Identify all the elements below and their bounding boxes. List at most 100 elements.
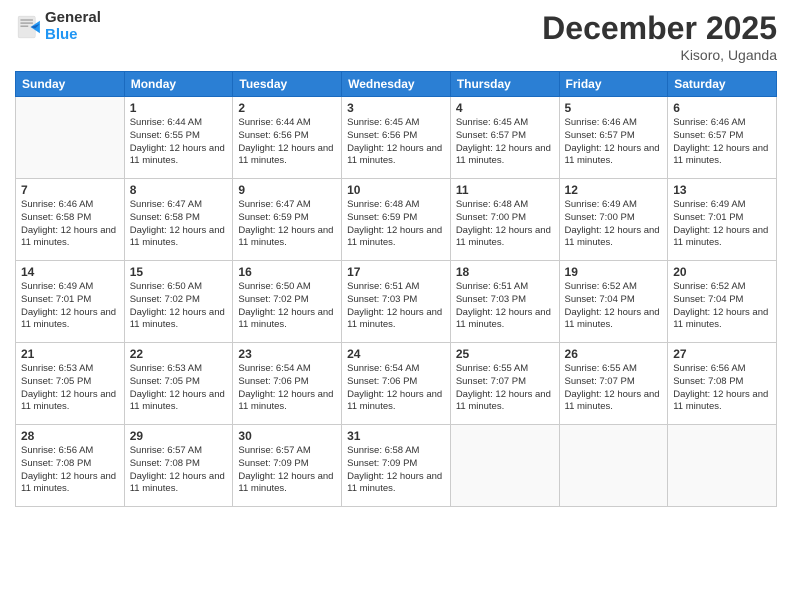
day-cell: 23Sunrise: 6:54 AM Sunset: 7:06 PM Dayli… [233, 343, 342, 425]
day-cell: 21Sunrise: 6:53 AM Sunset: 7:05 PM Dayli… [16, 343, 125, 425]
day-info: Sunrise: 6:57 AM Sunset: 7:09 PM Dayligh… [238, 445, 336, 496]
day-cell: 8 Sunrise: 6:47 AM Sunset: 6:58 PM Daylig… [124, 179, 233, 261]
day-number: 16 [238, 265, 336, 279]
day-number: 1 [130, 101, 228, 115]
day-cell: 15 Sunrise: 6:50 AM Sunset: 7:02 PM Dayli… [124, 261, 233, 343]
day-number: 6 [673, 101, 771, 115]
day-info: Sunrise: 6:53 AM Sunset: 7:05 PM Dayligh… [130, 363, 228, 414]
day-info: Sunrise: 6:51 AM Sunset: 7:03 PM Dayligh… [456, 281, 554, 332]
col-header-monday: Monday [124, 72, 233, 97]
day-info: Sunrise: 6:44 AM Sunset: 6:56 PM Dayligh… [238, 117, 336, 168]
header-row: SundayMondayTuesdayWednesdayThursdayFrid… [16, 72, 777, 97]
day-info: Sunrise: 6:48 AM Sunset: 6:59 PM Dayligh… [347, 199, 445, 250]
week-row-1: 1 Sunrise: 6:44 AM Sunset: 6:55 PM Daylig… [16, 97, 777, 179]
day-info: Sunrise: 6:47 AM Sunset: 6:59 PM Dayligh… [238, 199, 336, 250]
day-cell: 24 Sunrise: 6:54 AM Sunset: 7:06 PM Dayli… [342, 343, 451, 425]
header: General Blue December 2025 Kisoro, Ugand… [15, 10, 777, 63]
main-title: December 2025 [542, 10, 777, 47]
day-info: Sunrise: 6:56 AM Sunset: 7:08 PM Dayligh… [673, 363, 771, 414]
day-number: 14 [21, 265, 119, 279]
col-header-saturday: Saturday [668, 72, 777, 97]
day-cell: 5Sunrise: 6:46 AM Sunset: 6:57 PM Daylig… [559, 97, 668, 179]
day-info: Sunrise: 6:46 AM Sunset: 6:58 PM Dayligh… [21, 199, 119, 250]
col-header-wednesday: Wednesday [342, 72, 451, 97]
day-cell: 2 Sunrise: 6:44 AM Sunset: 6:56 PM Daylig… [233, 97, 342, 179]
logo-text: General Blue [45, 10, 101, 43]
day-cell: 27Sunrise: 6:56 AM Sunset: 7:08 PM Dayli… [668, 343, 777, 425]
day-number: 20 [673, 265, 771, 279]
day-cell: 18Sunrise: 6:51 AM Sunset: 7:03 PM Dayli… [450, 261, 559, 343]
day-info: Sunrise: 6:52 AM Sunset: 7:04 PM Dayligh… [565, 281, 663, 332]
day-info: Sunrise: 6:49 AM Sunset: 7:00 PM Dayligh… [565, 199, 663, 250]
day-number: 3 [347, 101, 445, 115]
day-number: 9 [238, 183, 336, 197]
logo-blue: Blue [45, 27, 101, 44]
week-row-2: 7Sunrise: 6:46 AM Sunset: 6:58 PM Daylig… [16, 179, 777, 261]
title-block: December 2025 Kisoro, Uganda [542, 10, 777, 63]
day-cell [559, 425, 668, 507]
day-cell: 6 Sunrise: 6:46 AM Sunset: 6:57 PM Daylig… [668, 97, 777, 179]
col-header-sunday: Sunday [16, 72, 125, 97]
day-info: Sunrise: 6:49 AM Sunset: 7:01 PM Dayligh… [21, 281, 119, 332]
col-header-thursday: Thursday [450, 72, 559, 97]
day-info: Sunrise: 6:46 AM Sunset: 6:57 PM Dayligh… [673, 117, 771, 168]
day-info: Sunrise: 6:57 AM Sunset: 7:08 PM Dayligh… [130, 445, 228, 496]
day-info: Sunrise: 6:54 AM Sunset: 7:06 PM Dayligh… [347, 363, 445, 414]
day-number: 31 [347, 429, 445, 443]
day-cell: 11Sunrise: 6:48 AM Sunset: 7:00 PM Dayli… [450, 179, 559, 261]
day-info: Sunrise: 6:50 AM Sunset: 7:02 PM Dayligh… [238, 281, 336, 332]
day-number: 2 [238, 101, 336, 115]
week-row-4: 21Sunrise: 6:53 AM Sunset: 7:05 PM Dayli… [16, 343, 777, 425]
day-cell [16, 97, 125, 179]
day-number: 28 [21, 429, 119, 443]
day-number: 22 [130, 347, 228, 361]
day-cell: 28Sunrise: 6:56 AM Sunset: 7:08 PM Dayli… [16, 425, 125, 507]
day-cell: 7Sunrise: 6:46 AM Sunset: 6:58 PM Daylig… [16, 179, 125, 261]
day-number: 29 [130, 429, 228, 443]
calendar-table: SundayMondayTuesdayWednesdayThursdayFrid… [15, 71, 777, 507]
week-row-3: 14 Sunrise: 6:49 AM Sunset: 7:01 PM Dayli… [16, 261, 777, 343]
day-cell: 29 Sunrise: 6:57 AM Sunset: 7:08 PM Dayli… [124, 425, 233, 507]
week-row-5: 28Sunrise: 6:56 AM Sunset: 7:08 PM Dayli… [16, 425, 777, 507]
day-cell: 17 Sunrise: 6:51 AM Sunset: 7:03 PM Dayli… [342, 261, 451, 343]
day-number: 12 [565, 183, 663, 197]
day-cell: 10 Sunrise: 6:48 AM Sunset: 6:59 PM Dayli… [342, 179, 451, 261]
day-info: Sunrise: 6:45 AM Sunset: 6:57 PM Dayligh… [456, 117, 554, 168]
day-number: 26 [565, 347, 663, 361]
day-cell: 30Sunrise: 6:57 AM Sunset: 7:09 PM Dayli… [233, 425, 342, 507]
day-info: Sunrise: 6:51 AM Sunset: 7:03 PM Dayligh… [347, 281, 445, 332]
day-cell: 20Sunrise: 6:52 AM Sunset: 7:04 PM Dayli… [668, 261, 777, 343]
day-number: 13 [673, 183, 771, 197]
subtitle: Kisoro, Uganda [542, 47, 777, 63]
day-cell [450, 425, 559, 507]
day-number: 23 [238, 347, 336, 361]
logo-icon [15, 13, 43, 41]
day-cell: 16 Sunrise: 6:50 AM Sunset: 7:02 PM Dayli… [233, 261, 342, 343]
day-cell: 4 Sunrise: 6:45 AM Sunset: 6:57 PM Daylig… [450, 97, 559, 179]
day-cell [668, 425, 777, 507]
day-info: Sunrise: 6:44 AM Sunset: 6:55 PM Dayligh… [130, 117, 228, 168]
day-number: 15 [130, 265, 228, 279]
day-cell: 12 Sunrise: 6:49 AM Sunset: 7:00 PM Dayli… [559, 179, 668, 261]
col-header-friday: Friday [559, 72, 668, 97]
day-cell: 13 Sunrise: 6:49 AM Sunset: 7:01 PM Dayli… [668, 179, 777, 261]
day-info: Sunrise: 6:55 AM Sunset: 7:07 PM Dayligh… [565, 363, 663, 414]
day-info: Sunrise: 6:47 AM Sunset: 6:58 PM Dayligh… [130, 199, 228, 250]
day-number: 11 [456, 183, 554, 197]
day-cell: 1 Sunrise: 6:44 AM Sunset: 6:55 PM Daylig… [124, 97, 233, 179]
day-cell: 19Sunrise: 6:52 AM Sunset: 7:04 PM Dayli… [559, 261, 668, 343]
day-number: 17 [347, 265, 445, 279]
day-number: 4 [456, 101, 554, 115]
day-cell: 3 Sunrise: 6:45 AM Sunset: 6:56 PM Daylig… [342, 97, 451, 179]
logo: General Blue [15, 10, 101, 43]
col-header-tuesday: Tuesday [233, 72, 342, 97]
day-info: Sunrise: 6:50 AM Sunset: 7:02 PM Dayligh… [130, 281, 228, 332]
day-number: 24 [347, 347, 445, 361]
day-number: 8 [130, 183, 228, 197]
day-info: Sunrise: 6:45 AM Sunset: 6:56 PM Dayligh… [347, 117, 445, 168]
day-number: 10 [347, 183, 445, 197]
day-cell: 14 Sunrise: 6:49 AM Sunset: 7:01 PM Dayli… [16, 261, 125, 343]
day-cell: 25Sunrise: 6:55 AM Sunset: 7:07 PM Dayli… [450, 343, 559, 425]
page: General Blue December 2025 Kisoro, Ugand… [0, 0, 792, 612]
day-info: Sunrise: 6:49 AM Sunset: 7:01 PM Dayligh… [673, 199, 771, 250]
